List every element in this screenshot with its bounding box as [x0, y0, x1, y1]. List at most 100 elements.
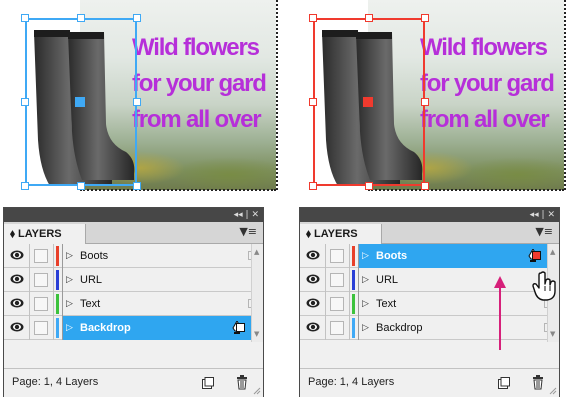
lock-toggle[interactable] — [330, 273, 344, 287]
eye-icon[interactable] — [10, 273, 24, 285]
eye-icon[interactable] — [306, 249, 320, 261]
column-divider — [29, 316, 30, 340]
layer-name: URL — [80, 274, 103, 286]
resize-handle[interactable] — [133, 98, 141, 106]
layer-name-area[interactable]: Text — [359, 292, 547, 316]
resize-handle[interactable] — [21, 14, 29, 22]
headline-text-frame[interactable]: Wild flowers for your gard from all over — [132, 30, 282, 138]
new-layer-icon[interactable] — [498, 377, 510, 389]
scroll-up-arrow-icon[interactable]: ▲ — [550, 248, 555, 256]
layer-name-area[interactable]: URL — [63, 268, 251, 292]
page-layer-count: Page: 1, 4 Layers — [308, 376, 395, 388]
headline-line: for your gard — [132, 70, 267, 97]
center-point-handle[interactable] — [363, 97, 373, 107]
layer-row-backdrop[interactable]: Backdrop ▷ — [300, 316, 559, 340]
trash-icon[interactable] — [236, 375, 248, 390]
expand-triangle-icon[interactable]: ▷ — [66, 275, 73, 285]
selection-square-icon[interactable] — [236, 323, 245, 332]
column-divider — [349, 244, 350, 268]
expand-triangle-icon[interactable]: ▷ — [362, 251, 369, 261]
lock-toggle[interactable] — [34, 321, 48, 335]
layer-name-area[interactable]: URL — [359, 268, 547, 292]
menu-icon[interactable]: ▼≡ — [535, 225, 553, 238]
collapse-close-buttons[interactable]: ◂◂ | ✕ — [234, 208, 259, 222]
column-divider — [53, 244, 54, 268]
eye-icon[interactable] — [10, 321, 24, 333]
resize-handle[interactable] — [21, 98, 29, 106]
resize-grip-icon[interactable] — [253, 387, 261, 395]
layer-name-area[interactable]: Boots — [63, 244, 251, 268]
headline-line: Wild flowers — [132, 34, 260, 61]
layer-row-text[interactable]: Text ▷ — [4, 292, 263, 316]
column-divider — [29, 244, 30, 268]
column-divider — [349, 292, 350, 316]
center-point-handle[interactable] — [75, 97, 85, 107]
tab-layers[interactable]: ⬧ LAYERS — [4, 224, 86, 244]
eye-icon[interactable] — [10, 249, 24, 261]
scroll-down-arrow-icon[interactable]: ▼ — [550, 330, 555, 338]
before-example: Wild flowers for your gard from all over… — [0, 0, 288, 401]
expand-triangle-icon[interactable]: ▷ — [362, 323, 369, 333]
resize-handle[interactable] — [421, 98, 429, 106]
layer-row-boots[interactable]: Boots ▷ — [300, 244, 559, 268]
resize-handle[interactable] — [309, 98, 317, 106]
lock-toggle[interactable] — [34, 273, 48, 287]
layer-color-swatch — [352, 318, 355, 338]
column-divider — [29, 292, 30, 316]
resize-handle[interactable] — [421, 14, 429, 22]
drag-arrow-icon — [494, 276, 506, 350]
layer-row-boots[interactable]: Boots ▷ — [4, 244, 263, 268]
lock-toggle[interactable] — [330, 249, 344, 263]
eye-icon[interactable] — [306, 297, 320, 309]
expand-triangle-icon[interactable]: ▷ — [362, 275, 369, 285]
resize-handle[interactable] — [77, 14, 85, 22]
menu-icon[interactable]: ▼≡ — [239, 225, 257, 238]
collapse-close-buttons[interactable]: ◂◂ | ✕ — [530, 208, 555, 222]
layer-row-url[interactable]: URL ▷ — [4, 268, 263, 292]
column-divider — [325, 316, 326, 340]
scroll-down-arrow-icon[interactable]: ▼ — [254, 330, 259, 338]
resize-handle[interactable] — [365, 14, 373, 22]
resize-handle[interactable] — [421, 182, 429, 190]
layer-row-backdrop[interactable]: Backdrop ▷ — [4, 316, 263, 340]
layer-row-text[interactable]: Text ▷ — [300, 292, 559, 316]
lock-toggle[interactable] — [330, 321, 344, 335]
layer-row-url[interactable]: URL ▷ — [300, 268, 559, 292]
page-layer-count: Page: 1, 4 Layers — [12, 376, 99, 388]
resize-grip-icon[interactable] — [549, 387, 557, 395]
column-divider — [325, 244, 326, 268]
panel-tabstrip: ⬧ LAYERS — [300, 222, 559, 244]
resize-handle[interactable] — [77, 182, 85, 190]
layer-name: Text — [80, 298, 101, 310]
layer-name-area[interactable]: Backdrop — [63, 316, 251, 340]
lock-toggle[interactable] — [34, 249, 48, 263]
resize-handle[interactable] — [21, 182, 29, 190]
layer-name-area[interactable]: Text — [63, 292, 251, 316]
expand-triangle-icon[interactable]: ▷ — [362, 299, 369, 309]
resize-handle[interactable] — [309, 14, 317, 22]
layer-color-swatch — [56, 294, 59, 314]
new-layer-icon[interactable] — [202, 377, 214, 389]
resize-handle[interactable] — [365, 182, 373, 190]
eye-icon[interactable] — [306, 273, 320, 285]
eye-icon[interactable] — [10, 297, 24, 309]
resize-handle[interactable] — [133, 182, 141, 190]
resize-handle[interactable] — [133, 14, 141, 22]
layer-name-area[interactable]: Backdrop — [359, 316, 547, 340]
layer-name-area[interactable]: Boots — [359, 244, 547, 268]
lock-toggle[interactable] — [34, 297, 48, 311]
trash-icon[interactable] — [532, 375, 544, 390]
eye-icon[interactable] — [306, 321, 320, 333]
lock-toggle[interactable] — [330, 297, 344, 311]
resize-handle[interactable] — [309, 182, 317, 190]
scroll-up-arrow-icon[interactable]: ▲ — [254, 248, 259, 256]
expand-triangle-icon[interactable]: ▷ — [66, 323, 73, 333]
expand-triangle-icon[interactable]: ▷ — [66, 251, 73, 261]
expand-triangle-icon[interactable]: ▷ — [66, 299, 73, 309]
scrollbar[interactable]: ▲ ▼ — [251, 244, 263, 342]
layer-color-swatch — [56, 270, 59, 290]
panel-tabstrip: ⬧ LAYERS — [4, 222, 263, 244]
headline-text-frame[interactable]: Wild flowers for your gard from all over — [420, 30, 570, 138]
tab-layers[interactable]: ⬧ LAYERS — [300, 224, 382, 244]
selection-square-icon[interactable] — [532, 251, 541, 260]
